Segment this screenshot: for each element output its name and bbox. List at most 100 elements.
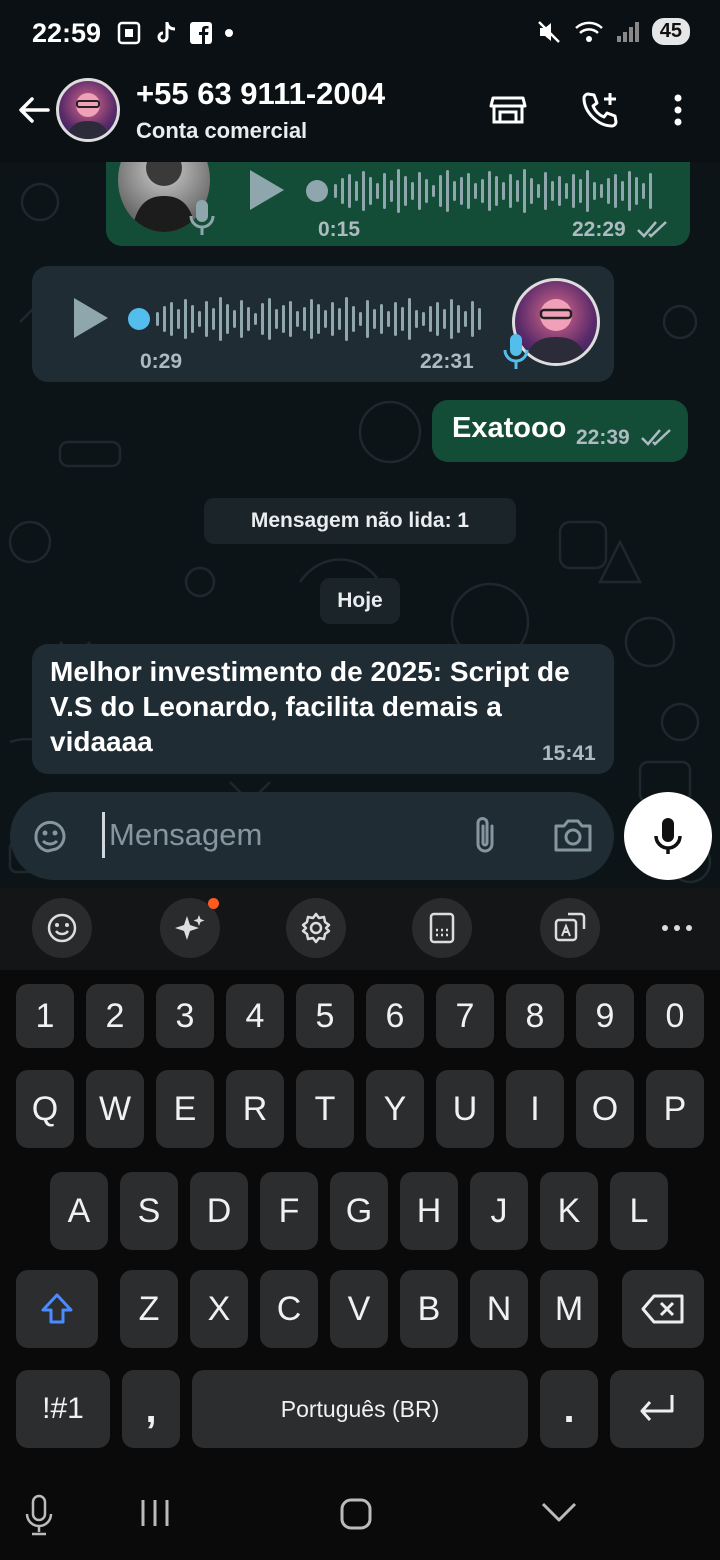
key-y[interactable]: Y	[366, 1070, 424, 1148]
key-k[interactable]: K	[540, 1172, 598, 1250]
key-d[interactable]: D	[190, 1172, 248, 1250]
key-t[interactable]: T	[296, 1070, 354, 1148]
symbols-key[interactable]: !#1	[16, 1370, 110, 1448]
sticker-icon[interactable]	[30, 816, 70, 856]
key-9[interactable]: 9	[576, 984, 634, 1048]
recent-apps-icon[interactable]	[138, 1498, 172, 1528]
waveform-bar	[600, 184, 603, 198]
backspace-icon	[641, 1294, 684, 1324]
key-p[interactable]: P	[646, 1070, 704, 1148]
waveform[interactable]	[334, 166, 652, 216]
keyboard-toolbar	[0, 888, 720, 970]
backspace-key[interactable]	[622, 1270, 704, 1348]
playback-position[interactable]	[128, 308, 150, 330]
key-s[interactable]: S	[120, 1172, 178, 1250]
add-call-icon[interactable]	[580, 90, 620, 130]
waveform-bar	[397, 169, 400, 213]
key-0[interactable]: 0	[646, 984, 704, 1048]
waveform-bar	[226, 304, 229, 334]
more-options-icon[interactable]	[658, 90, 698, 130]
key-1[interactable]: 1	[16, 984, 74, 1048]
camera-icon[interactable]	[552, 816, 594, 854]
key-2[interactable]: 2	[86, 984, 144, 1048]
waveform-bar	[436, 302, 439, 336]
key-l[interactable]: L	[610, 1172, 668, 1250]
attach-icon[interactable]	[468, 814, 502, 858]
key-n[interactable]: N	[470, 1270, 528, 1348]
key-h[interactable]: H	[400, 1172, 458, 1250]
waveform-bar	[537, 184, 540, 198]
one-handed-button[interactable]	[412, 898, 472, 958]
play-icon[interactable]	[72, 296, 110, 340]
key-e[interactable]: E	[156, 1070, 214, 1148]
store-icon[interactable]	[488, 90, 528, 130]
voice-record-button[interactable]	[624, 792, 712, 880]
message-input[interactable]	[102, 812, 462, 858]
emoji-icon	[47, 913, 77, 943]
key-4[interactable]: 4	[226, 984, 284, 1048]
key-q[interactable]: Q	[16, 1070, 74, 1148]
back-arrow-icon[interactable]	[14, 90, 54, 130]
waveform-bar	[282, 305, 285, 333]
key-x[interactable]: X	[190, 1270, 248, 1348]
key-i[interactable]: I	[506, 1070, 564, 1148]
key-m[interactable]: M	[540, 1270, 598, 1348]
key-v[interactable]: V	[330, 1270, 388, 1348]
enter-key[interactable]	[610, 1370, 704, 1448]
key-3[interactable]: 3	[156, 984, 214, 1048]
voice-duration: 0:29	[140, 350, 183, 373]
waveform-bar	[317, 304, 320, 334]
key-o[interactable]: O	[576, 1070, 634, 1148]
hide-keyboard-icon[interactable]	[540, 1500, 578, 1524]
translate-button[interactable]	[540, 898, 600, 958]
key-6[interactable]: 6	[366, 984, 424, 1048]
signal-icon	[616, 21, 639, 42]
spacebar[interactable]: Português (BR)	[192, 1370, 528, 1448]
waveform-bar	[341, 178, 344, 204]
waveform-bar	[289, 301, 292, 337]
waveform-bar	[390, 180, 393, 202]
key-j[interactable]: J	[470, 1172, 528, 1250]
play-icon[interactable]	[246, 168, 286, 212]
contact-avatar[interactable]	[56, 78, 120, 142]
key-c[interactable]: C	[260, 1270, 318, 1348]
key-r[interactable]: R	[226, 1070, 284, 1148]
text-message-outgoing[interactable]: Exatooo 22:39	[432, 400, 688, 462]
voice-input-icon[interactable]	[24, 1494, 54, 1536]
comma-key[interactable]: ,	[122, 1370, 180, 1448]
gear-icon	[301, 912, 331, 944]
waveform-bar	[387, 311, 390, 327]
key-a[interactable]: A	[50, 1172, 108, 1250]
voice-message-outgoing[interactable]: 0:15 22:29	[106, 162, 690, 246]
key-f[interactable]: F	[260, 1172, 318, 1250]
playback-position[interactable]	[306, 180, 328, 202]
ai-tools-button[interactable]	[160, 898, 220, 958]
waveform-bar	[432, 185, 435, 197]
more-options-icon[interactable]	[660, 918, 694, 938]
voice-message-incoming[interactable]: 0:29 22:31	[32, 266, 614, 382]
contact-name[interactable]: +55 63 9111-2004	[136, 76, 385, 112]
notification-icons	[116, 20, 234, 46]
keyboard: 1234567890 QWERTYUIOP ASDFGHJKL ZXCVBNM …	[0, 970, 720, 1470]
waveform-bar	[551, 181, 554, 201]
key-u[interactable]: U	[436, 1070, 494, 1148]
key-7[interactable]: 7	[436, 984, 494, 1048]
waveform-bar	[338, 308, 341, 330]
key-5[interactable]: 5	[296, 984, 354, 1048]
key-z[interactable]: Z	[120, 1270, 178, 1348]
key-g[interactable]: G	[330, 1172, 388, 1250]
home-icon[interactable]	[338, 1496, 374, 1532]
text-message-incoming[interactable]: Melhor investimento de 2025: Script de V…	[32, 644, 614, 774]
shift-key[interactable]	[16, 1270, 98, 1348]
key-b[interactable]: B	[400, 1270, 458, 1348]
key-8[interactable]: 8	[506, 984, 564, 1048]
key-w[interactable]: W	[86, 1070, 144, 1148]
navigation-bar	[0, 1470, 720, 1560]
waveform-bar	[331, 302, 334, 336]
waveform-bar	[488, 171, 491, 211]
settings-button[interactable]	[286, 898, 346, 958]
waveform[interactable]	[156, 294, 481, 344]
waveform-bar	[163, 306, 166, 332]
emoji-button[interactable]	[32, 898, 92, 958]
period-key[interactable]: .	[540, 1370, 598, 1448]
